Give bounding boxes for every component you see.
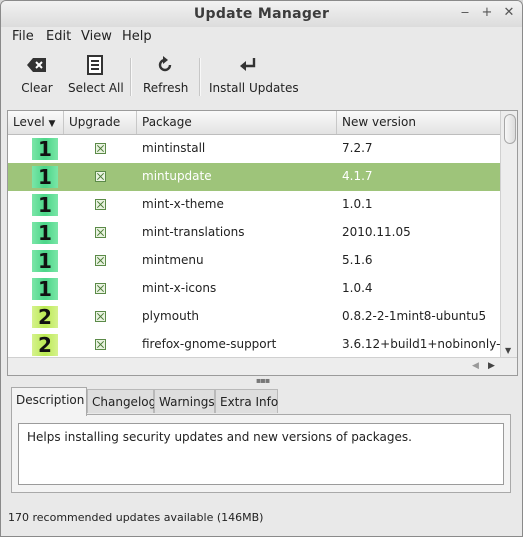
- level-badge: 1: [32, 138, 58, 160]
- scroll-down-icon[interactable]: ▼: [505, 346, 511, 355]
- vertical-scrollbar[interactable]: ▼: [500, 111, 517, 357]
- details-tabs: Description Changelog Warnings Extra Inf…: [11, 387, 511, 416]
- level-badge: 1: [32, 250, 58, 272]
- new-version: 3.6.12+build1+nobinonly-0ub: [342, 337, 500, 351]
- upgrade-checkbox[interactable]: [95, 171, 106, 182]
- column-level-header[interactable]: Level ▼: [8, 111, 64, 134]
- column-version-header[interactable]: New version: [337, 111, 500, 134]
- table-row[interactable]: 1 mintmenu 5.1.6: [8, 247, 500, 275]
- vertical-scroll-thumb[interactable]: [504, 114, 516, 144]
- updates-list: Level ▼ Upgrade Package New version 1 mi…: [7, 110, 518, 376]
- package-name: mintinstall: [142, 141, 206, 155]
- select-all-button[interactable]: Select All: [68, 54, 124, 100]
- upgrade-checkbox[interactable]: [95, 199, 106, 210]
- table-row[interactable]: 1 mintinstall 7.2.7: [8, 135, 500, 163]
- toolbar-separator: [199, 58, 201, 96]
- window-title: Update Manager: [193, 6, 330, 22]
- upgrade-checkbox[interactable]: [95, 311, 106, 322]
- tab-warnings[interactable]: Warnings: [154, 389, 215, 413]
- package-name: mintmenu: [142, 253, 204, 267]
- status-bar: 170 recommended updates available (146MB…: [8, 511, 264, 524]
- tab-description[interactable]: Description: [11, 387, 87, 416]
- refresh-button[interactable]: Refresh: [143, 54, 188, 100]
- level-badge: 2: [32, 306, 58, 328]
- maximize-icon[interactable]: +: [479, 5, 495, 21]
- clear-button[interactable]: Clear: [17, 54, 57, 100]
- upgrade-checkbox[interactable]: [95, 283, 106, 294]
- package-name: mint-x-theme: [142, 197, 224, 211]
- description-panel: Helps installing security updates and ne…: [11, 414, 511, 493]
- tab-changelog[interactable]: Changelog: [87, 389, 156, 413]
- table-row[interactable]: 1 mint-translations 2010.11.05: [8, 219, 500, 247]
- sort-down-icon: ▼: [48, 119, 56, 129]
- package-name: firefox-gnome-support: [142, 337, 277, 351]
- close-icon[interactable]: ✕: [501, 5, 517, 21]
- new-version: 2010.11.05: [342, 225, 411, 239]
- minimize-icon[interactable]: ‒: [457, 5, 473, 21]
- list-header: Level ▼ Upgrade Package New version: [8, 111, 500, 135]
- package-name: plymouth: [142, 309, 199, 323]
- upgrade-checkbox[interactable]: [95, 339, 106, 350]
- select-all-icon: [68, 54, 122, 76]
- table-row[interactable]: 1 mint-x-theme 1.0.1: [8, 191, 500, 219]
- menu-bar: File Edit View Help: [1, 27, 522, 47]
- package-name: mintupdate: [142, 169, 212, 183]
- new-version: 1.0.1: [342, 197, 373, 211]
- menu-edit[interactable]: Edit: [46, 29, 71, 44]
- level-badge: 1: [32, 278, 58, 300]
- upgrade-checkbox[interactable]: [95, 143, 106, 154]
- title-bar[interactable]: Update Manager ‒ + ✕: [1, 1, 522, 27]
- level-badge: 2: [32, 334, 58, 356]
- table-row[interactable]: 2 firefox-gnome-support 3.6.12+build1+no…: [8, 331, 500, 359]
- new-version: 1.0.4: [342, 281, 373, 295]
- new-version: 7.2.7: [342, 141, 373, 155]
- column-package-header[interactable]: Package: [137, 111, 337, 134]
- column-upgrade-header[interactable]: Upgrade: [64, 111, 137, 134]
- new-version: 5.1.6: [342, 253, 373, 267]
- upgrade-checkbox[interactable]: [95, 227, 106, 238]
- description-text: Helps installing security updates and ne…: [18, 423, 504, 485]
- tab-extra-info[interactable]: Extra Info: [215, 389, 278, 413]
- scroll-right-icon[interactable]: ▶: [488, 361, 495, 371]
- scroll-left-icon[interactable]: ◀: [472, 361, 479, 371]
- new-version: 0.8.2-2-1mint8-ubuntu5: [342, 309, 487, 323]
- package-name: mint-x-icons: [142, 281, 217, 295]
- table-row[interactable]: 1 mint-x-icons 1.0.4: [8, 275, 500, 303]
- horizontal-scrollbar[interactable]: ◀ ▶: [8, 357, 517, 375]
- menu-file[interactable]: File: [12, 29, 34, 44]
- level-badge: 1: [32, 222, 58, 244]
- menu-view[interactable]: View: [81, 29, 112, 44]
- toolbar: Clear Select All Refresh Install Updates: [1, 50, 522, 104]
- package-name: mint-translations: [142, 225, 245, 239]
- level-badge: 1: [32, 194, 58, 216]
- table-row[interactable]: 1 mintupdate 4.1.7: [8, 163, 500, 191]
- pane-resize-grip[interactable]: ▪▪▪: [256, 376, 270, 385]
- clear-icon: [17, 54, 57, 76]
- install-icon: [209, 54, 287, 76]
- install-updates-button[interactable]: Install Updates: [209, 54, 299, 100]
- upgrade-checkbox[interactable]: [95, 255, 106, 266]
- level-badge: 1: [32, 166, 58, 188]
- new-version: 4.1.7: [342, 169, 373, 183]
- toolbar-separator: [130, 58, 132, 96]
- menu-help[interactable]: Help: [122, 29, 152, 44]
- refresh-icon: [143, 54, 187, 76]
- update-manager-window: Update Manager ‒ + ✕ File Edit View Help…: [0, 0, 523, 537]
- table-row[interactable]: 2 plymouth 0.8.2-2-1mint8-ubuntu5: [8, 303, 500, 331]
